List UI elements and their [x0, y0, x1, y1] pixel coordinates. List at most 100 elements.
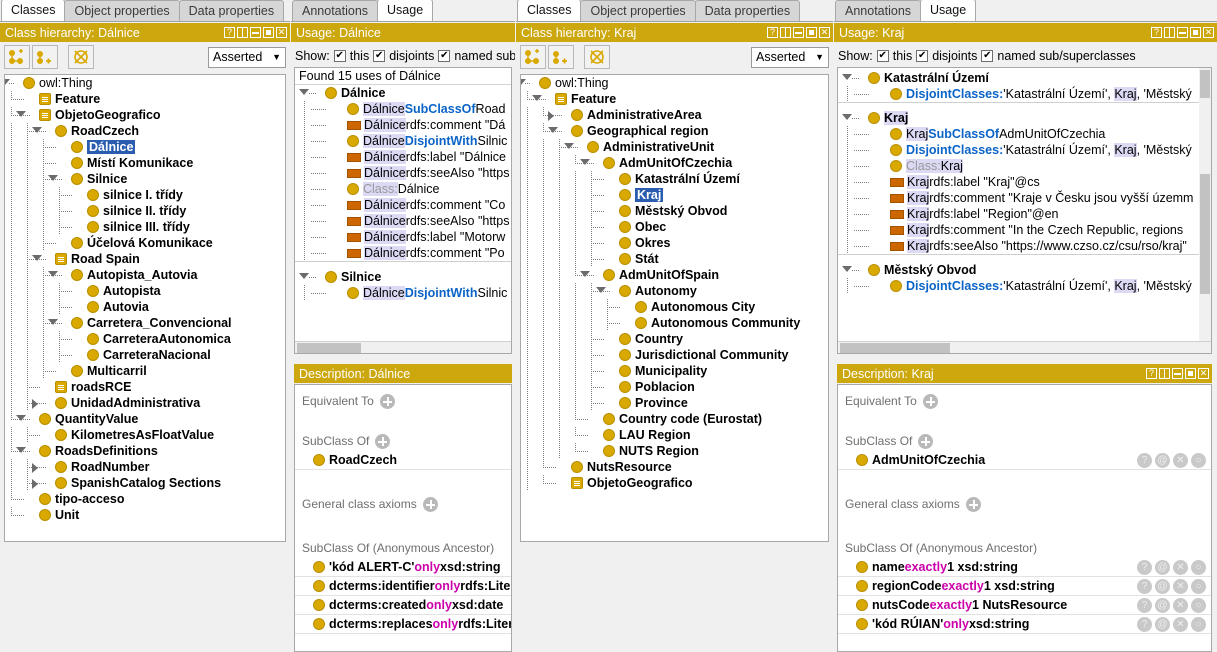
usage-vscroll-thumb-2[interactable] — [1200, 70, 1210, 98]
collapse-arrow-icon[interactable] — [532, 95, 542, 101]
tree-item-unit[interactable]: Unit — [5, 507, 285, 523]
usage-axiom-row[interactable]: DisjointClasses: 'Katastrální Území', Kr… — [838, 278, 1211, 294]
class-tree-kraj[interactable]: owl:Thing Feature AdministrativeArea Geogra… — [520, 74, 829, 542]
tab-object-properties-1[interactable]: Object properties — [64, 0, 180, 21]
usage-axiom-row[interactable]: Dálnice DisjointWith Silnic — [295, 133, 511, 149]
tab-usage-2[interactable]: Usage — [920, 0, 977, 21]
explain-axiom-button[interactable]: ? — [1137, 559, 1152, 575]
add-sibling-class-icon-3[interactable] — [548, 45, 574, 69]
tree-item-administrativeunit[interactable]: AdministrativeUnit — [521, 139, 828, 155]
annotate-axiom-button[interactable]: @ — [1155, 559, 1170, 575]
usage-axiom-row[interactable]: Kraj rdfs:comment "In the Czech Republic… — [838, 222, 1211, 238]
expand-arrow-icon[interactable] — [32, 463, 38, 473]
usage-group-header[interactable]: Dálnice — [295, 85, 511, 101]
minimize-icon-3[interactable] — [793, 27, 804, 38]
usage-axiom-row[interactable]: DisjointClasses: 'Katastrální Území', Kr… — [838, 86, 1211, 102]
checkbox-named-sub-2[interactable]: ✔ — [981, 50, 994, 62]
tree-item-multicarril[interactable]: Multicarril — [5, 363, 285, 379]
tree-item-country[interactable]: Country — [521, 331, 828, 347]
explain-axiom-button[interactable]: ? — [1137, 578, 1152, 594]
usage-vscroll-thumb-2b[interactable] — [1200, 174, 1210, 294]
tree-item-autonomous-community[interactable]: Autonomous Community — [521, 315, 828, 331]
reasoner-mode-dropdown-3[interactable]: Asserted ▼ — [751, 46, 829, 68]
collapse-arrow-icon[interactable] — [48, 319, 58, 325]
tree-item-m-stsk-obvod[interactable]: Městský Obvod — [521, 203, 828, 219]
help-icon-4[interactable]: ? — [1151, 27, 1162, 38]
tree-item-municipality[interactable]: Municipality — [521, 363, 828, 379]
tab-data-properties-2[interactable]: Data properties — [694, 0, 801, 21]
edit-axiom-button[interactable]: ○ — [1191, 559, 1206, 575]
tab-annotations-2[interactable]: Annotations — [835, 0, 922, 21]
tree-item-katastr-ln-zem[interactable]: Katastrální Území — [521, 171, 828, 187]
tree-item-silnice-ii-t-dy[interactable]: silnice II. třídy — [5, 203, 285, 219]
tree-item-roadczech[interactable]: RoadCzech — [5, 123, 285, 139]
tree-item-owl-thing[interactable]: owl:Thing — [521, 75, 828, 91]
usage-group-header[interactable]: Městský Obvod — [838, 262, 1211, 278]
usage-hscroll-thumb-1[interactable] — [297, 343, 361, 353]
usage-axiom-row[interactable]: Class: Kraj — [838, 158, 1211, 174]
collapse-arrow-icon[interactable] — [580, 271, 590, 277]
collapse-arrow-icon[interactable] — [842, 74, 852, 80]
explain-axiom-button[interactable]: ? — [1137, 616, 1152, 632]
tree-item-objetogeografico[interactable]: ObjetoGeografico — [5, 107, 285, 123]
collapse-arrow-icon[interactable] — [596, 287, 606, 293]
collapse-arrow-icon[interactable] — [48, 175, 58, 181]
tree-item-kilometresasfloatvalue[interactable]: KilometresAsFloatValue — [5, 427, 285, 443]
usage-axiom-row[interactable]: DisjointClasses: 'Katastrální Území', Kr… — [838, 142, 1211, 158]
usage-hscrollbar-1[interactable] — [295, 341, 511, 353]
close-icon-1[interactable]: ✕ — [276, 27, 287, 38]
tree-item-tipo-acceso[interactable]: tipo-acceso — [5, 491, 285, 507]
usage-axiom-row[interactable]: Kraj rdfs:label "Region"@en — [838, 206, 1211, 222]
tree-item-unidadadministrativa[interactable]: UnidadAdministrativa — [5, 395, 285, 411]
usage-group-header[interactable]: Katastrální Území — [838, 70, 1211, 86]
tree-item-geographical-region[interactable]: Geographical region — [521, 123, 828, 139]
collapse-arrow-icon[interactable] — [548, 127, 558, 133]
minimize-icon-desc-2[interactable] — [1172, 368, 1183, 379]
expand-arrow-icon[interactable] — [32, 399, 38, 409]
tab-annotations-1[interactable]: Annotations — [292, 0, 379, 21]
subclass-of-row-1[interactable]: RoadCzech — [295, 451, 511, 470]
expand-arrow-icon[interactable] — [32, 479, 38, 489]
tree-item-administrativearea[interactable]: AdministrativeArea — [521, 107, 828, 123]
add-equivalent-class-button-1[interactable] — [379, 393, 395, 409]
tree-item-d-lnice[interactable]: Dálnice — [5, 139, 285, 155]
add-sibling-class-icon-1[interactable] — [32, 45, 58, 69]
delete-axiom-button[interactable]: ✕ — [1173, 578, 1188, 594]
explain-axiom-button[interactable]: ? — [1137, 452, 1152, 468]
edit-axiom-button[interactable]: ○ — [1191, 597, 1206, 613]
edit-axiom-button[interactable]: ○ — [1191, 578, 1206, 594]
maximize-icon-desc-2[interactable] — [1185, 368, 1196, 379]
tree-item-autopista[interactable]: Autopista — [5, 283, 285, 299]
tab-object-properties-2[interactable]: Object properties — [580, 0, 696, 21]
tree-item-roadsdefinitions[interactable]: RoadsDefinitions — [5, 443, 285, 459]
annotate-axiom-button[interactable]: @ — [1155, 597, 1170, 613]
collapse-arrow-icon[interactable] — [299, 89, 309, 95]
tree-item-roadnumber[interactable]: RoadNumber — [5, 459, 285, 475]
usage-axiom-row[interactable]: Dálnice rdfs:label "Dálnice — [295, 149, 511, 165]
tab-classes-2[interactable]: Classes — [517, 0, 582, 21]
tab-usage-1[interactable]: Usage — [377, 0, 434, 21]
usage-vscrollbar-2[interactable] — [1199, 68, 1211, 341]
expand-arrow-icon[interactable] — [548, 111, 554, 121]
add-gca-button-2[interactable] — [965, 496, 981, 512]
usage-axiom-row[interactable]: Dálnice rdfs:seeAlso "https — [295, 213, 511, 229]
delete-class-icon-1[interactable] — [68, 45, 94, 69]
tree-item-spanishcatalog-sections[interactable]: SpanishCatalog Sections — [5, 475, 285, 491]
collapse-arrow-icon[interactable] — [580, 159, 590, 165]
checkbox-this-2[interactable]: ✔ — [876, 50, 889, 62]
help-icon-desc-2[interactable]: ? — [1146, 368, 1157, 379]
usage-axiom-row[interactable]: Kraj rdfs:seeAlso "https://www.czso.cz/c… — [838, 238, 1211, 254]
collapse-arrow-icon[interactable] — [521, 79, 526, 85]
add-subclass-icon-3[interactable] — [520, 45, 546, 69]
tree-item-admunitofczechia[interactable]: AdmUnitOfCzechia — [521, 155, 828, 171]
usage-axiom-row[interactable]: Dálnice rdfs:comment "Co — [295, 197, 511, 213]
tree-item-carreteraautonomica[interactable]: CarreteraAutonomica — [5, 331, 285, 347]
tree-item-silnice-iii-t-dy[interactable]: silnice III. třídy — [5, 219, 285, 235]
anon-ancestor-row[interactable]: nutsCode exactly 1 NutsResource? @ ✕ ○ — [838, 596, 1211, 615]
usage-hscrollbar-2[interactable] — [838, 341, 1211, 353]
subclass-of-row-2[interactable]: AdmUnitOfCzechia? @ ✕ ○ — [838, 451, 1211, 470]
tree-item-lau-region[interactable]: LAU Region — [521, 427, 828, 443]
anon-ancestor-row[interactable]: name exactly 1 xsd:string? @ ✕ ○ — [838, 558, 1211, 577]
tree-item-owl-thing[interactable]: owl:Thing — [5, 75, 285, 91]
minimize-icon-1[interactable] — [250, 27, 261, 38]
